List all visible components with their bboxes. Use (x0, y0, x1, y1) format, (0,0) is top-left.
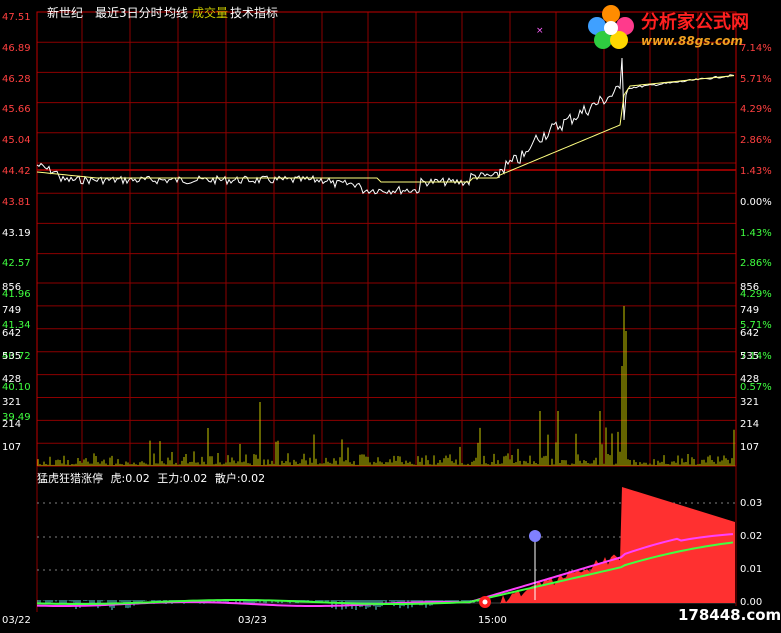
price-tick-label: 43.81 (2, 196, 31, 208)
period-label[interactable]: 最近3日分时 (95, 4, 163, 21)
volume-tick-label-right: 214 (740, 419, 760, 431)
volume-label[interactable]: 成交量 (192, 4, 228, 21)
stop-signal-dot (482, 599, 488, 605)
pct-tick-label: 1.43% (740, 227, 772, 239)
time-tick-label: 03/22 (2, 615, 31, 626)
price-tick-label: 44.42 (2, 166, 31, 177)
indicator-line3: 散户:0.02 (214, 472, 266, 485)
price-line (36, 57, 735, 196)
volume-tick-label: 749 (2, 304, 22, 316)
price-tick-label: 42.57 (2, 258, 31, 270)
ma-label[interactable]: 均线 (164, 4, 188, 21)
price-tick-label: 43.19 (2, 227, 31, 239)
logo-title: 分析家公式网 (641, 12, 749, 33)
volume-tick-label: 856 (2, 282, 22, 293)
flower-icon (588, 5, 634, 49)
pct-tick-label: 4.29% (740, 104, 772, 116)
volume-tick-label: 321 (2, 396, 22, 408)
price-tick-label: 45.04 (2, 135, 31, 147)
volume-tick-label: 642 (2, 327, 22, 339)
volume-tick-label: 535 (2, 350, 22, 362)
volume-tick-label-right: 642 (740, 327, 760, 339)
pct-tick-label: 2.86% (740, 258, 772, 270)
time-tick-label: 15:00 (478, 615, 507, 626)
cursor-mark: × (536, 26, 544, 36)
pct-tick-label: 0.00% (740, 196, 772, 208)
indicator-tick-label: 0.01 (740, 564, 763, 575)
pct-tick-label: 5.71% (740, 73, 772, 85)
watermark: 178448.com (676, 606, 781, 624)
buy-signal-icon (529, 530, 541, 542)
volume-tick-label: 107 (2, 442, 22, 454)
pct-tick-label: 7.14% (740, 42, 772, 54)
indicator-name: 猛虎狂猎涨停 (37, 472, 103, 485)
price-tick-label: 47.51 (2, 12, 31, 23)
volume-tick-label-right: 535 (740, 350, 760, 362)
indicator-header: 猛虎狂猎涨停 虎:0.02 王力:0.02 散户:0.02 (37, 470, 265, 486)
price-tick-label: 46.28 (2, 73, 31, 85)
price-tick-label: 45.66 (2, 104, 31, 116)
pct-tick-label: 1.43% (740, 166, 772, 177)
chart-canvas[interactable]: × (0, 0, 781, 629)
indicator-tick-label: 0.02 (740, 531, 763, 542)
pct-tick-label: 2.86% (740, 135, 772, 147)
avg-price-line (36, 75, 735, 183)
volume-tick-label: 428 (2, 373, 22, 385)
logo-url: www.88gs.com (641, 34, 743, 48)
volume-tick-label: 214 (2, 419, 22, 431)
volume-tick-label-right: 749 (740, 304, 760, 316)
stock-name: 新世纪 (47, 6, 84, 20)
volume-tick-label-right: 856 (740, 282, 760, 293)
price-tick-label: 46.89 (2, 42, 31, 54)
time-tick-label: 03/23 (238, 615, 267, 626)
indicator-line2: 王力:0.02 (157, 472, 208, 485)
indicator-line1: 虎:0.02 (110, 472, 150, 485)
volume-tick-label-right: 428 (740, 373, 760, 385)
tech-indicator-label[interactable]: 技术指标 (230, 4, 278, 21)
volume-tick-label-right: 321 (740, 396, 760, 408)
chart-stage[interactable]: × 新世纪 最近3日分时 均线 成交量 技术指标 分析家公式网 www.88gs… (0, 0, 781, 629)
indicator-tick-label: 0.03 (740, 498, 763, 509)
volume-tick-label-right: 107 (740, 442, 760, 454)
